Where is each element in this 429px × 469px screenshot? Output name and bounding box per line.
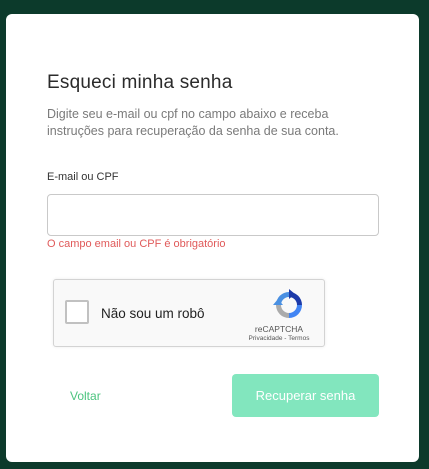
- recaptcha-checkbox[interactable]: [65, 300, 89, 324]
- recaptcha-logo-icon: [273, 289, 302, 318]
- email-cpf-input[interactable]: [47, 194, 379, 236]
- recaptcha-label: Não sou um robô: [101, 306, 205, 321]
- recaptcha-brand: reCAPTCHA: [254, 324, 304, 334]
- back-link[interactable]: Voltar: [70, 389, 101, 403]
- page-title: Esqueci minha senha: [47, 72, 233, 93]
- page-description: Digite seu e-mail ou cpf no campo abaixo…: [47, 107, 339, 138]
- recover-password-button[interactable]: Recuperar senha: [232, 374, 379, 417]
- email-cpf-label: E-mail ou CPF: [47, 171, 119, 183]
- recaptcha-widget: Não sou um robô reCAPTCHA Privacidade - …: [53, 279, 325, 347]
- field-error-message: O campo email ou CPF é obrigatório: [47, 238, 226, 250]
- forgot-password-card: Esqueci minha senha Digite seu e-mail ou…: [6, 14, 419, 462]
- recaptcha-privacy-terms-links[interactable]: Privacidade - Termos: [226, 335, 332, 342]
